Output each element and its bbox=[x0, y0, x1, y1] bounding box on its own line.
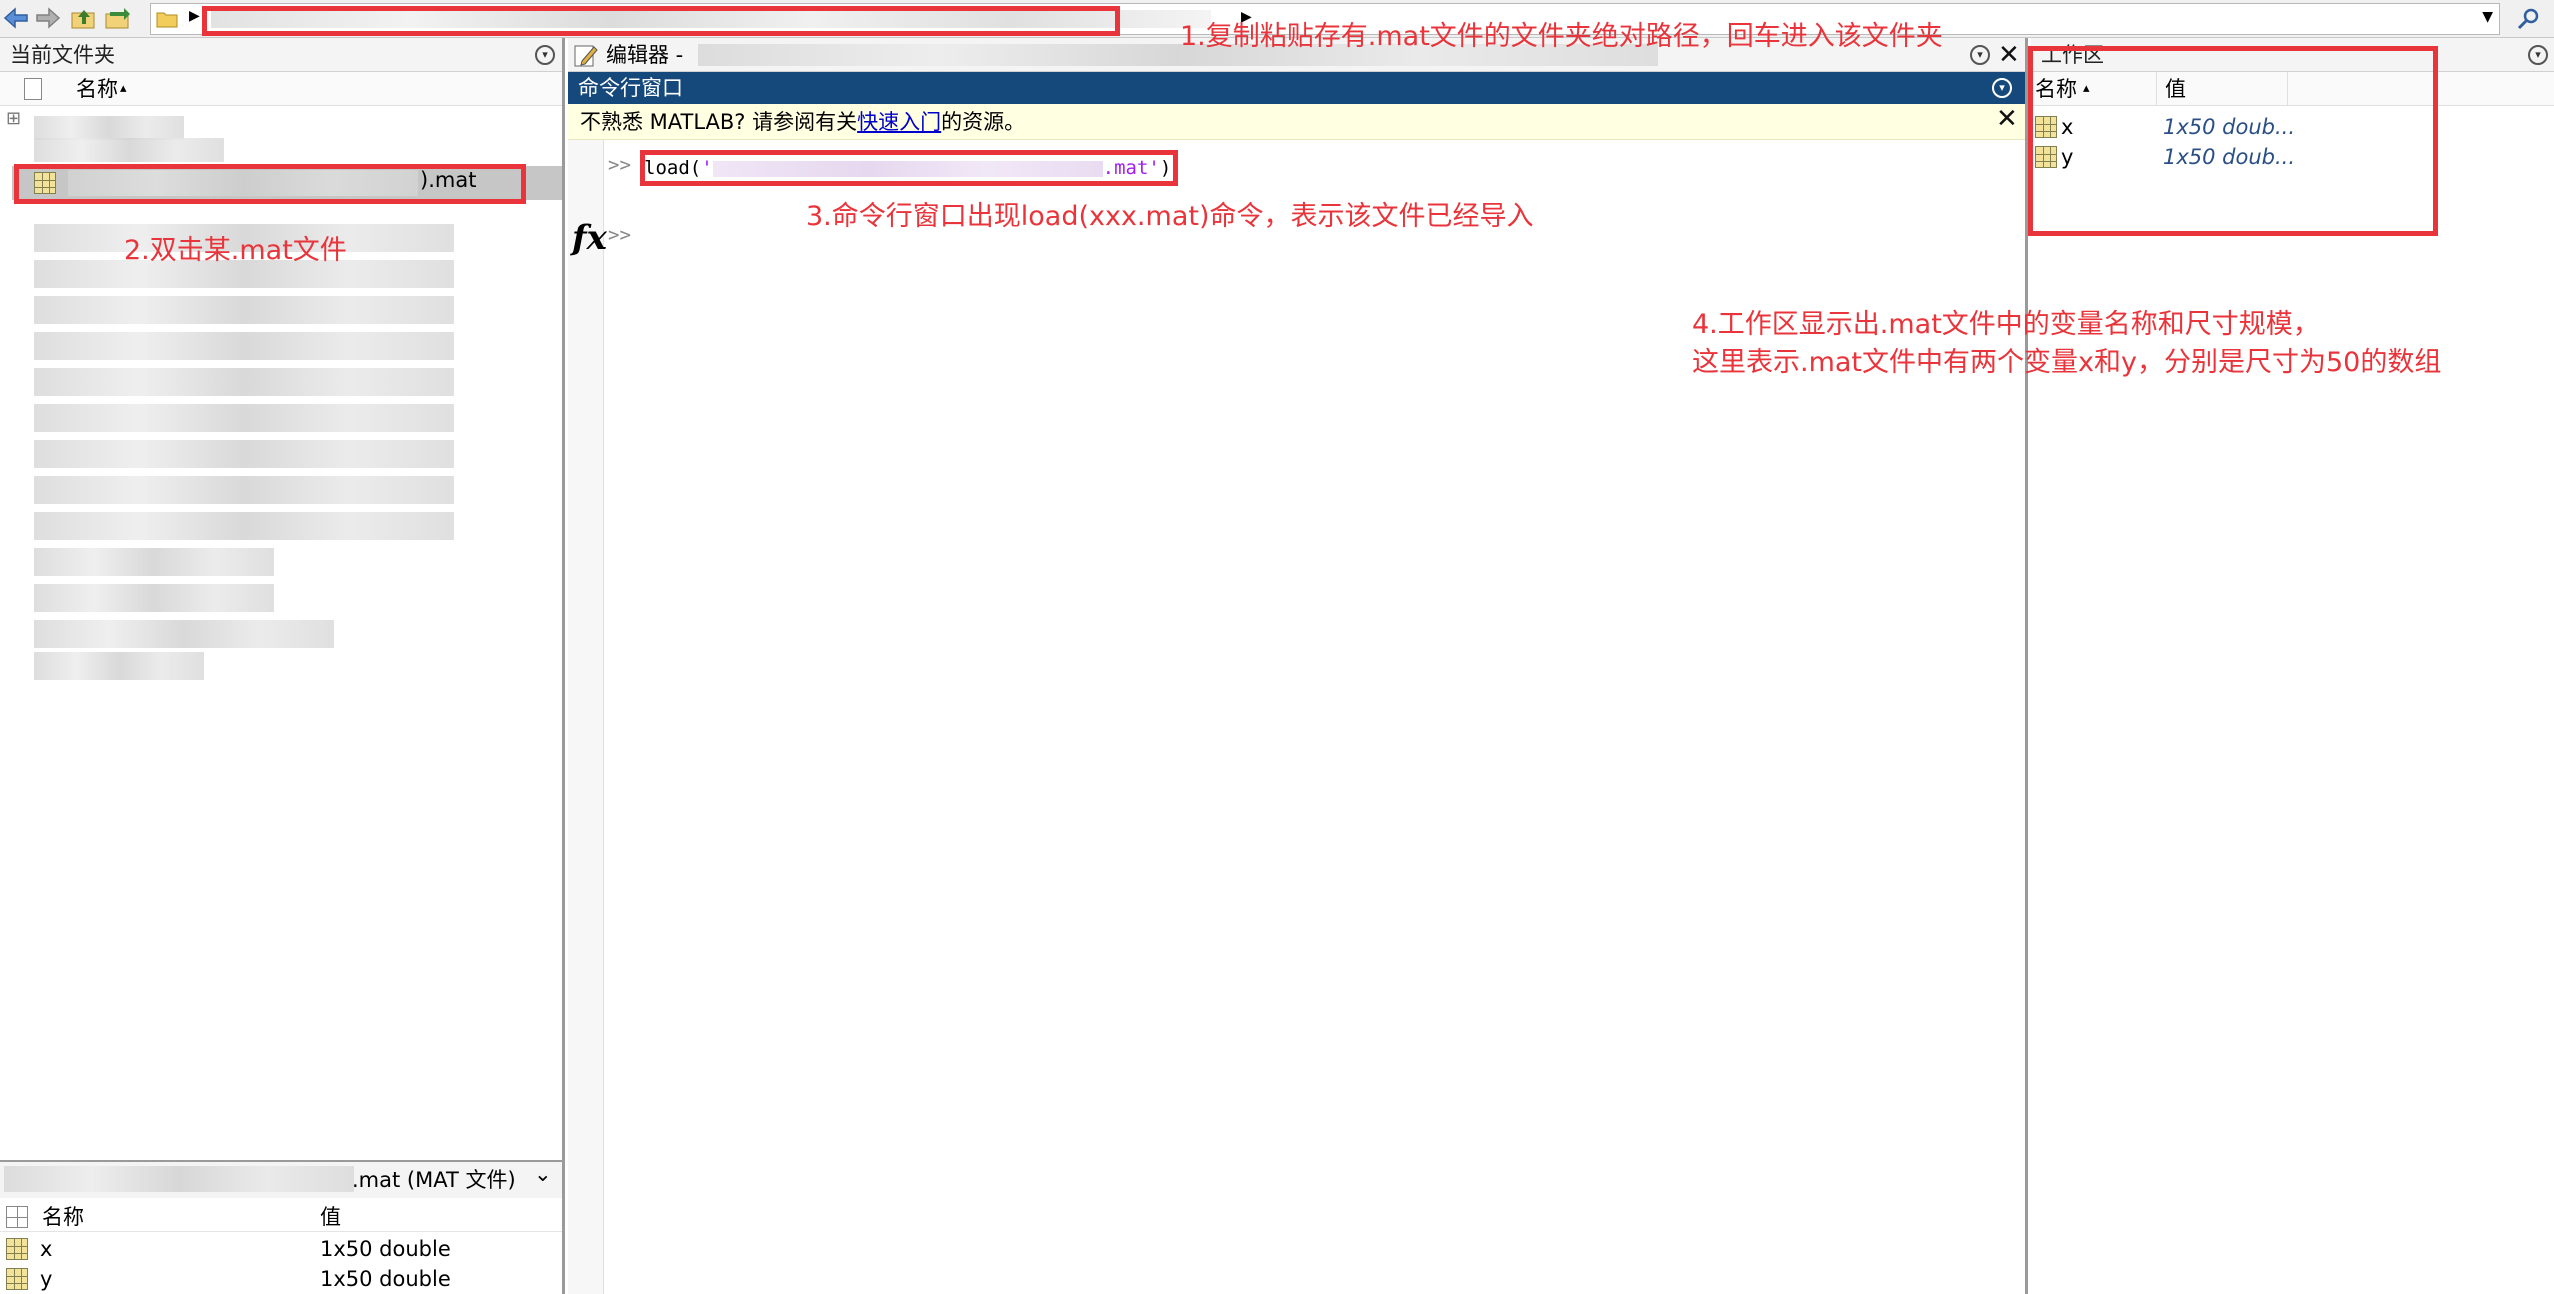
file-type-icon bbox=[24, 78, 42, 100]
back-arrow-icon[interactable] bbox=[2, 4, 30, 32]
details-var-value: 1x50 double bbox=[320, 1267, 451, 1291]
notice-close-icon[interactable]: ✕ bbox=[1996, 104, 2018, 134]
command-prompt[interactable]: >> bbox=[608, 224, 631, 246]
annotation-step2: 2.双击某.mat文件 bbox=[124, 235, 347, 266]
browse-folder-icon[interactable] bbox=[104, 4, 132, 32]
matlab-notice-bar: 不熟悉 MATLAB? 请参阅有关快速入门的资源。 ✕ bbox=[568, 104, 2025, 140]
annotation-box-path bbox=[202, 6, 1120, 36]
list-item[interactable] bbox=[34, 548, 274, 576]
file-details-pane: .mat (MAT 文件) ⌄ 名称 值 x 1x50 double y 1x5… bbox=[0, 1160, 562, 1294]
list-item[interactable] bbox=[34, 296, 454, 324]
panel-menu-icon[interactable]: ▾ bbox=[535, 45, 555, 65]
command-window-title: 命令行窗口 ▾ bbox=[568, 72, 2025, 104]
editor-pencil-icon bbox=[574, 43, 598, 67]
fx-icon[interactable]: fx bbox=[572, 218, 607, 258]
panel-menu-icon[interactable]: ▾ bbox=[2528, 45, 2548, 65]
list-item[interactable] bbox=[34, 404, 454, 432]
chevron-down-icon[interactable]: ⌄ bbox=[534, 1156, 552, 1192]
list-item[interactable] bbox=[34, 332, 454, 360]
annotation-step4-line1: 4.工作区显示出.mat文件中的变量名称和尺寸规模， bbox=[1692, 309, 2320, 340]
details-var-name: y bbox=[40, 1267, 53, 1291]
list-item[interactable] bbox=[34, 440, 454, 468]
current-folder-panel: 当前文件夹 ▾ 名称 ▴ ⊞ ).mat .mat (MAT 文件) ⌄ 名称 … bbox=[0, 38, 565, 1294]
annotation-step1: 1.复制粘贴存有.mat文件的文件夹绝对路径，回车进入该文件夹 bbox=[1180, 21, 1943, 52]
command-window-title-text: 命令行窗口 bbox=[578, 76, 683, 100]
list-item[interactable] bbox=[34, 652, 204, 680]
current-folder-column-header: 名称 ▴ bbox=[0, 72, 562, 106]
list-item[interactable] bbox=[34, 368, 454, 396]
panel-menu-icon[interactable]: ▾ bbox=[1970, 45, 1990, 65]
list-item[interactable] bbox=[34, 512, 454, 540]
list-item[interactable] bbox=[34, 620, 334, 648]
panel-menu-icon[interactable]: ▾ bbox=[1992, 78, 2012, 98]
command-gutter bbox=[568, 140, 604, 1294]
close-icon[interactable]: ✕ bbox=[1998, 40, 2020, 70]
table-row[interactable]: y 1x50 double bbox=[0, 1264, 562, 1294]
details-var-value: 1x50 double bbox=[320, 1237, 451, 1261]
list-item[interactable] bbox=[34, 584, 274, 612]
quick-start-link[interactable]: 快速入门 bbox=[857, 110, 941, 134]
path-separator-icon: ▶ bbox=[189, 8, 200, 24]
list-item[interactable] bbox=[34, 476, 454, 504]
annotation-box-command bbox=[640, 150, 1178, 186]
list-item[interactable] bbox=[34, 138, 224, 162]
details-file-name-redacted bbox=[4, 1166, 354, 1192]
expand-icon[interactable]: ⊞ bbox=[6, 108, 21, 129]
editor-title: 编辑器 - bbox=[606, 43, 684, 67]
path-dropdown-icon[interactable]: ▼ bbox=[2482, 9, 2493, 25]
table-icon bbox=[6, 1206, 28, 1228]
notice-prefix: 不熟悉 MATLAB? 请参阅有关 bbox=[580, 110, 858, 134]
details-col-name: 名称 bbox=[42, 1205, 84, 1229]
folder-icon bbox=[151, 4, 183, 34]
command-prompt: >> bbox=[608, 154, 631, 176]
current-folder-title: 当前文件夹 bbox=[0, 38, 562, 72]
forward-arrow-icon[interactable] bbox=[34, 4, 62, 32]
sort-icon: ▴ bbox=[120, 81, 127, 96]
variable-icon bbox=[6, 1238, 28, 1260]
variable-icon bbox=[6, 1268, 28, 1290]
details-file-type: .mat (MAT 文件) bbox=[352, 1168, 516, 1192]
column-name[interactable]: 名称 bbox=[76, 72, 118, 106]
table-row[interactable]: x 1x50 double bbox=[0, 1234, 562, 1264]
annotation-step3: 3.命令行窗口出现load(xxx.mat)命令，表示该文件已经导入 bbox=[806, 201, 1534, 232]
up-folder-icon[interactable] bbox=[70, 4, 98, 32]
details-col-value: 值 bbox=[320, 1205, 341, 1229]
list-item[interactable] bbox=[34, 116, 184, 140]
search-icon[interactable] bbox=[2512, 4, 2546, 34]
annotation-step4-line2: 这里表示.mat文件中有两个变量x和y，分别是尺寸为50的数组 bbox=[1692, 347, 2442, 378]
annotation-box-workspace bbox=[2028, 46, 2438, 236]
notice-suffix: 的资源。 bbox=[941, 110, 1026, 134]
details-title: .mat (MAT 文件) ⌄ bbox=[0, 1162, 562, 1198]
annotation-box-file bbox=[14, 164, 526, 204]
details-table-header: 名称 值 bbox=[0, 1202, 562, 1232]
details-var-name: x bbox=[40, 1237, 53, 1261]
